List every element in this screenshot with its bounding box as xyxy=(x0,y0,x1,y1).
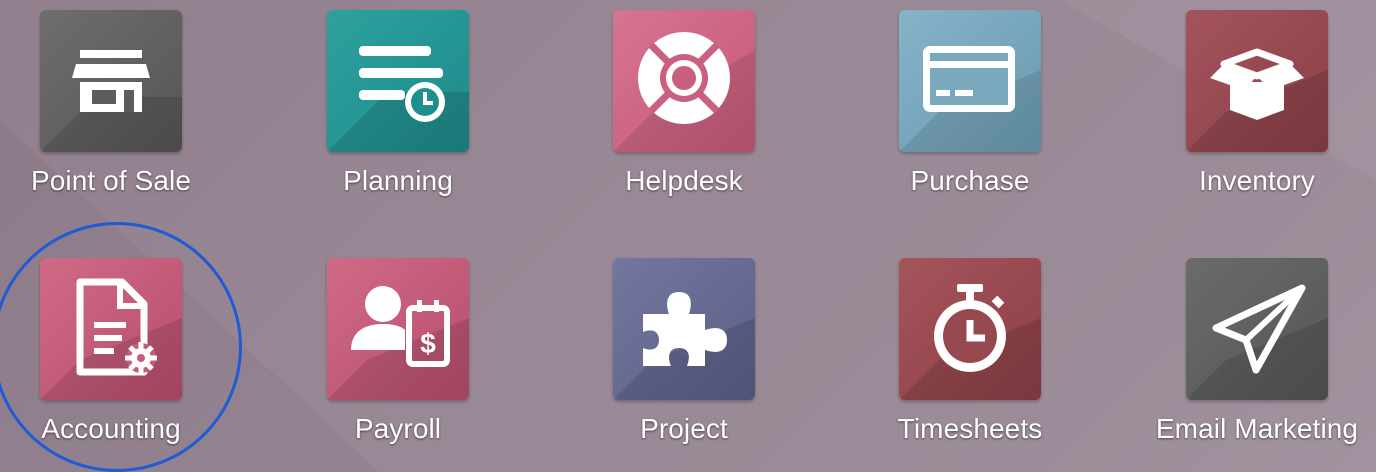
app-label: Planning xyxy=(343,165,453,196)
app-label: Project xyxy=(640,413,728,444)
app-project[interactable]: Project xyxy=(584,258,784,468)
person-payslip-icon: $ xyxy=(327,286,469,400)
app-email-marketing[interactable]: Email Marketing xyxy=(1156,258,1358,468)
app-label: Email Marketing xyxy=(1155,413,1359,444)
lifebuoy-icon xyxy=(613,32,755,152)
puzzle-icon xyxy=(613,292,755,400)
app-label: Helpdesk xyxy=(625,165,743,196)
app-icon-tile xyxy=(613,10,755,152)
app-label: Point of Sale xyxy=(30,165,192,196)
app-purchase[interactable]: Purchase xyxy=(870,10,1070,220)
app-icon-tile xyxy=(40,10,182,152)
app-icon-tile xyxy=(1186,10,1328,152)
app-label: Inventory xyxy=(1198,165,1316,196)
document-gear-icon xyxy=(40,278,182,400)
app-label: Accounting xyxy=(41,413,181,444)
app-icon-tile xyxy=(1186,258,1328,400)
app-label: Timesheets xyxy=(897,413,1043,444)
store-icon xyxy=(40,50,182,152)
planning-clock-icon xyxy=(327,46,469,152)
app-label: Payroll xyxy=(354,413,442,444)
app-accounting[interactable]: Accounting xyxy=(11,258,211,468)
svg-text:$: $ xyxy=(420,328,436,359)
app-icon-tile xyxy=(899,258,1041,400)
credit-card-icon xyxy=(899,46,1041,152)
box-icon xyxy=(1186,48,1328,152)
app-planning[interactable]: Planning xyxy=(298,10,498,220)
app-icon-tile xyxy=(40,258,182,400)
app-icon-tile xyxy=(899,10,1041,152)
app-helpdesk[interactable]: Helpdesk xyxy=(584,10,784,220)
app-timesheets[interactable]: Timesheets xyxy=(870,258,1070,468)
app-icon-tile: $ xyxy=(327,258,469,400)
app-inventory[interactable]: Inventory xyxy=(1157,10,1357,220)
app-icon-tile xyxy=(327,10,469,152)
stopwatch-icon xyxy=(899,284,1041,400)
app-label: Purchase xyxy=(910,165,1030,196)
app-payroll[interactable]: $ Payroll xyxy=(298,258,498,468)
app-icon-tile xyxy=(613,258,755,400)
paper-plane-icon xyxy=(1186,284,1328,400)
app-point-of-sale[interactable]: Point of Sale xyxy=(11,10,211,220)
